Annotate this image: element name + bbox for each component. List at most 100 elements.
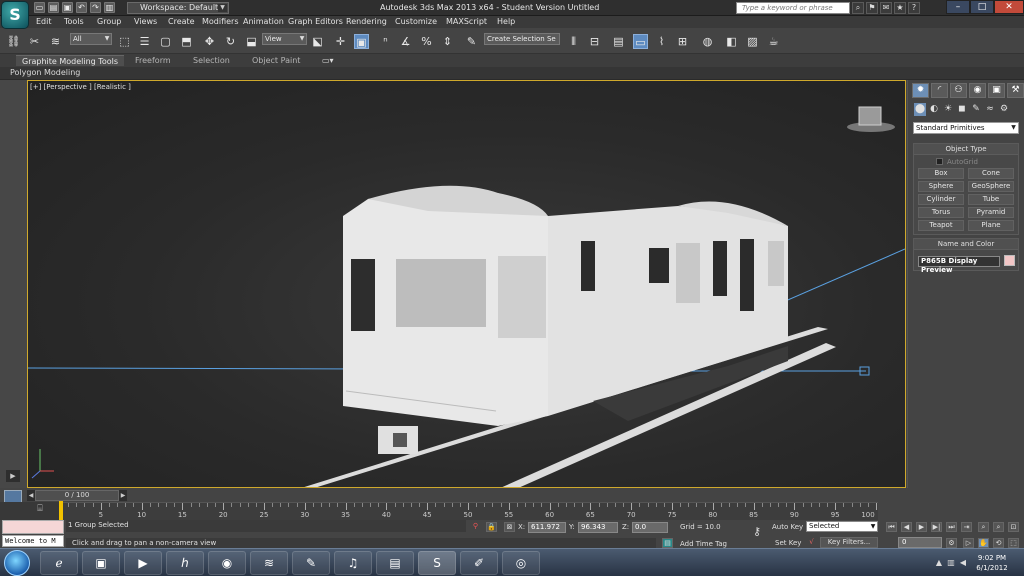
systems-icon[interactable]: ⚙ <box>998 103 1010 116</box>
unlink-icon[interactable]: ✂ <box>27 34 42 49</box>
reference-coord-dropdown[interactable]: View ▼ <box>262 33 307 45</box>
auto-key-button[interactable]: Auto Key <box>772 523 803 531</box>
undo-icon[interactable]: ↶ <box>76 2 87 13</box>
maxscript-listener-input[interactable]: Welcome to M <box>2 535 64 547</box>
new-file-icon[interactable]: ▭ <box>34 2 45 13</box>
box-button[interactable]: Box <box>918 168 964 179</box>
select-manipulate-icon[interactable]: ✛ <box>333 34 348 49</box>
motion-tab-icon[interactable]: ◉ <box>969 83 986 98</box>
lights-icon[interactable]: ☀ <box>942 103 954 116</box>
selection-filter-dropdown[interactable]: All ▼ <box>70 33 112 45</box>
current-frame-field[interactable]: 0 <box>898 537 942 548</box>
object-type-title[interactable]: Object Type <box>914 144 1018 155</box>
named-selection-dropdown[interactable]: Create Selection Se <box>484 33 560 45</box>
sphere-button[interactable]: Sphere <box>918 181 964 192</box>
tab-freeform[interactable]: Freeform <box>135 56 171 65</box>
menu-edit[interactable]: Edit <box>36 17 52 26</box>
subscription-icon[interactable]: ⚑ <box>866 2 878 14</box>
track-bar[interactable]: 5 10 15 20 25 30 35 40 45 50 55 60 65 70 75 80 85 90 95 100 <box>60 502 878 520</box>
cameras-icon[interactable]: ◼ <box>956 103 968 116</box>
absolute-mode-icon[interactable]: ⊠ <box>504 522 515 532</box>
orbit-icon[interactable]: ⟲ <box>993 538 1004 548</box>
help-icon[interactable]: ? <box>908 2 920 14</box>
maximize-button[interactable]: □ <box>970 0 994 14</box>
geosphere-button[interactable]: GeoSphere <box>968 181 1014 192</box>
project-icon[interactable]: ▥ <box>104 2 115 13</box>
paint-icon[interactable]: ✎ <box>292 551 330 575</box>
cone-button[interactable]: Cone <box>968 168 1014 179</box>
polygon-modeling-panel[interactable]: Polygon Modeling <box>10 68 80 77</box>
select-by-name-icon[interactable]: ☰ <box>137 34 152 49</box>
snap-toggle-icon[interactable]: ⁿ <box>378 34 393 49</box>
tab-graphite-modeling-tools[interactable]: Graphite Modeling Tools <box>16 55 125 66</box>
window-crossing-icon[interactable]: ⬒ <box>179 34 194 49</box>
menu-animation[interactable]: Animation <box>243 17 284 26</box>
menu-tools[interactable]: Tools <box>64 17 84 26</box>
angle-snap-icon[interactable]: ∡ <box>398 34 413 49</box>
cylinder-button[interactable]: Cylinder <box>918 194 964 205</box>
application-button[interactable]: S <box>2 2 28 28</box>
ie-icon[interactable]: ℯ <box>40 551 78 575</box>
menu-modifiers[interactable]: Modifiers <box>202 17 239 26</box>
go-to-end-icon[interactable]: ⏭ <box>946 522 957 532</box>
render-setup-icon[interactable]: ◧ <box>724 34 739 49</box>
mini-curve-editor-icon[interactable]: ⌸ <box>33 504 47 516</box>
menu-graph-editors[interactable]: Graph Editors <box>288 17 343 26</box>
category-dropdown[interactable]: Standard Primitives ▼ <box>913 122 1019 134</box>
torus-button[interactable]: Torus <box>918 207 964 218</box>
favorites-icon[interactable]: ★ <box>894 2 906 14</box>
expand-arrow-icon[interactable]: ▶ <box>6 470 20 482</box>
key-filters-button[interactable]: Key Filters... <box>820 537 878 548</box>
key-tangent-icon[interactable]: √ <box>806 538 817 548</box>
network-icon[interactable]: ▥ <box>946 558 956 568</box>
chevron-left-icon[interactable]: ◀ <box>27 490 35 501</box>
edit-named-selections-icon[interactable]: ✎ <box>464 34 479 49</box>
play-icon[interactable]: ▶ <box>916 522 927 532</box>
ribbon-toggle-icon[interactable]: ▭ <box>633 34 648 49</box>
rotate-icon[interactable]: ↻ <box>223 34 238 49</box>
percent-snap-icon[interactable]: % <box>419 34 434 49</box>
material-editor-icon[interactable]: ◍ <box>700 34 715 49</box>
time-configuration-icon[interactable]: ⚙ <box>946 538 957 548</box>
geometry-icon[interactable]: ⬤ <box>914 103 926 116</box>
itunes-icon[interactable]: ♫ <box>334 551 372 575</box>
pan-view-icon[interactable]: ✋ <box>978 538 989 548</box>
schematic-view-icon[interactable]: ⊞ <box>675 34 690 49</box>
spinner-snap-icon[interactable]: ⇕ <box>440 34 455 49</box>
y-coordinate-field[interactable]: 96.343 <box>578 522 618 533</box>
menu-create[interactable]: Create <box>168 17 195 26</box>
key-icon[interactable]: ⚷ <box>748 526 766 538</box>
zoom-extents-icon[interactable]: ⊡ <box>1008 522 1019 532</box>
z-coordinate-field[interactable]: 0.0 <box>632 522 668 533</box>
curve-editor-icon[interactable]: ⌇ <box>654 34 669 49</box>
ribbon-options-icon[interactable]: ▭▾ <box>322 56 334 65</box>
minimize-button[interactable]: – <box>946 0 970 14</box>
perspective-viewport[interactable]: [+] [Perspective ] [Realistic ] <box>27 80 906 488</box>
menu-views[interactable]: Views <box>134 17 157 26</box>
key-mode-dropdown[interactable]: Selected ▼ <box>806 521 878 532</box>
spotify-icon[interactable]: ≋ <box>250 551 288 575</box>
helpers-icon[interactable]: ✎ <box>970 103 982 116</box>
previous-frame-icon[interactable]: ◀ <box>901 522 912 532</box>
x-coordinate-field[interactable]: 611.972 <box>528 522 566 533</box>
zoom-all-icon[interactable]: ⌕ <box>993 522 1004 532</box>
name-and-color-title[interactable]: Name and Color <box>914 239 1018 250</box>
set-key-button[interactable]: Set Key <box>775 539 801 547</box>
save-icon[interactable]: ▣ <box>62 2 73 13</box>
3dsmax-icon[interactable]: S <box>418 551 456 575</box>
move-icon[interactable]: ✥ <box>202 34 217 49</box>
tube-button[interactable]: Tube <box>968 194 1014 205</box>
plane-button[interactable]: Plane <box>968 220 1014 231</box>
shapes-icon[interactable]: ◐ <box>928 103 940 116</box>
add-time-tag[interactable]: Add Time Tag <box>680 540 727 548</box>
explorer-icon[interactable]: ▣ <box>82 551 120 575</box>
pyramid-button[interactable]: Pyramid <box>968 207 1014 218</box>
search-icon[interactable]: ⌕ <box>852 2 864 14</box>
menu-help[interactable]: Help <box>497 17 515 26</box>
redo-icon[interactable]: ↷ <box>90 2 101 13</box>
keyboard-shortcut-override-icon[interactable]: ▣ <box>354 34 369 49</box>
open-icon[interactable]: ▤ <box>48 2 59 13</box>
hierarchy-tab-icon[interactable]: ⚇ <box>950 83 967 98</box>
display-tab-icon[interactable]: ▣ <box>988 83 1005 98</box>
key-mode-toggle-icon[interactable]: ⇥ <box>961 522 972 532</box>
